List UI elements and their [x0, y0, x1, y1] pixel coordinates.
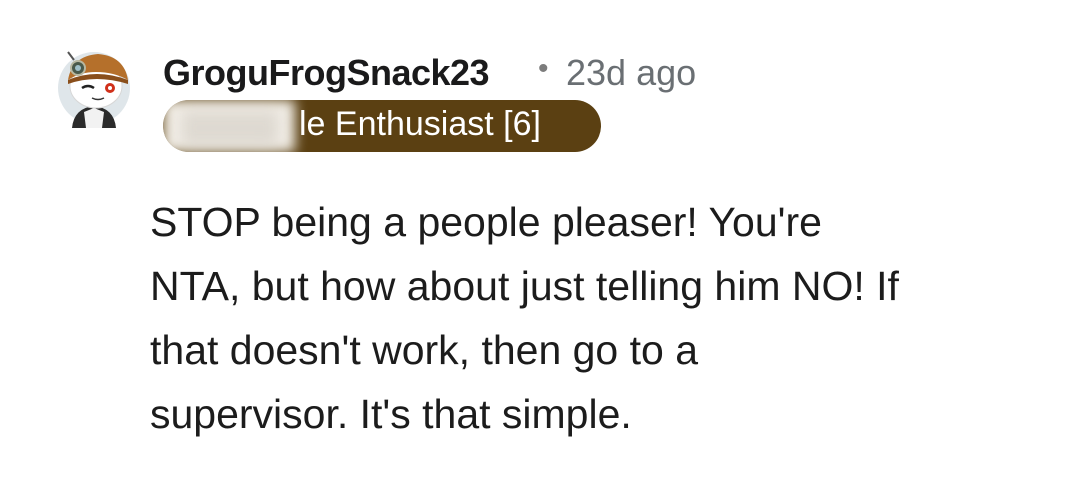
flair-redacted-area-inner — [181, 110, 279, 146]
comment: GroguFrogSnack23 • 23d ago le Enthusiast… — [0, 0, 1080, 480]
username[interactable]: GroguFrogSnack23 — [163, 52, 490, 94]
comment-body-line: that doesn't work, then go to a — [150, 327, 699, 373]
meta-separator: • — [538, 52, 549, 85]
comment-body-line: supervisor. It's that simple. — [150, 391, 632, 437]
comment-body-line: STOP being a people pleaser! You're — [150, 199, 822, 245]
comment-body-line: NTA, but how about just telling him NO! … — [150, 263, 899, 309]
user-flair: le Enthusiast [6] — [163, 100, 601, 152]
user-avatar[interactable] — [58, 46, 132, 128]
comment-timestamp[interactable]: 23d ago — [566, 52, 696, 94]
comment-body: STOP being a people pleaser! You're NTA,… — [150, 190, 1050, 446]
flair-text: le Enthusiast [6] — [299, 105, 541, 143]
snoo-avatar-icon — [58, 51, 130, 128]
